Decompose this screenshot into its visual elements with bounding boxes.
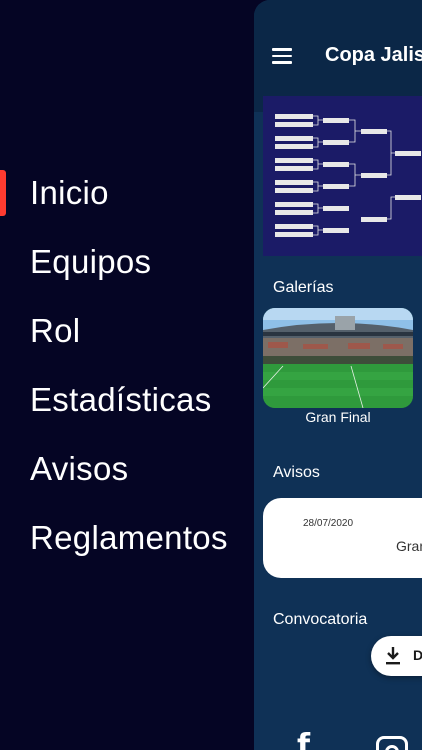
drawer-item-reglamentos[interactable]: Reglamentos xyxy=(30,518,228,558)
download-label: D xyxy=(413,647,422,663)
download-button[interactable]: D xyxy=(371,636,422,676)
galleries-title: Galerías xyxy=(273,279,334,296)
menu-icon[interactable] xyxy=(272,48,292,64)
tournament-bracket-banner[interactable] xyxy=(263,96,422,256)
drawer-item-inicio[interactable]: Inicio xyxy=(30,173,109,213)
facebook-icon[interactable]: f xyxy=(297,728,310,750)
drawer-item-estadisticas[interactable]: Estadísticas xyxy=(30,380,212,420)
gallery-card-gran-final[interactable] xyxy=(263,308,413,408)
drawer-item-avisos[interactable]: Avisos xyxy=(30,449,128,489)
drawer-item-equipos[interactable]: Equipos xyxy=(30,242,151,282)
call-title: Convocatoria xyxy=(273,611,368,628)
navigation-drawer: Inicio Equipos Rol Estadísticas Avisos R… xyxy=(0,0,254,750)
drawer-item-rol[interactable]: Rol xyxy=(30,311,80,351)
notice-text: Gran xyxy=(396,538,422,554)
main-content: Copa Jalisc xyxy=(254,0,422,750)
instagram-icon[interactable] xyxy=(376,736,408,750)
notice-card[interactable]: 28/07/2020 Gran xyxy=(263,498,422,578)
active-item-indicator xyxy=(0,170,6,216)
download-icon xyxy=(386,647,400,665)
app-title: Copa Jalisc xyxy=(325,44,422,66)
gallery-caption: Gran Final xyxy=(305,409,371,425)
notices-title: Avisos xyxy=(273,464,320,481)
stadium-image xyxy=(263,308,413,408)
notice-date: 28/07/2020 xyxy=(303,518,354,529)
